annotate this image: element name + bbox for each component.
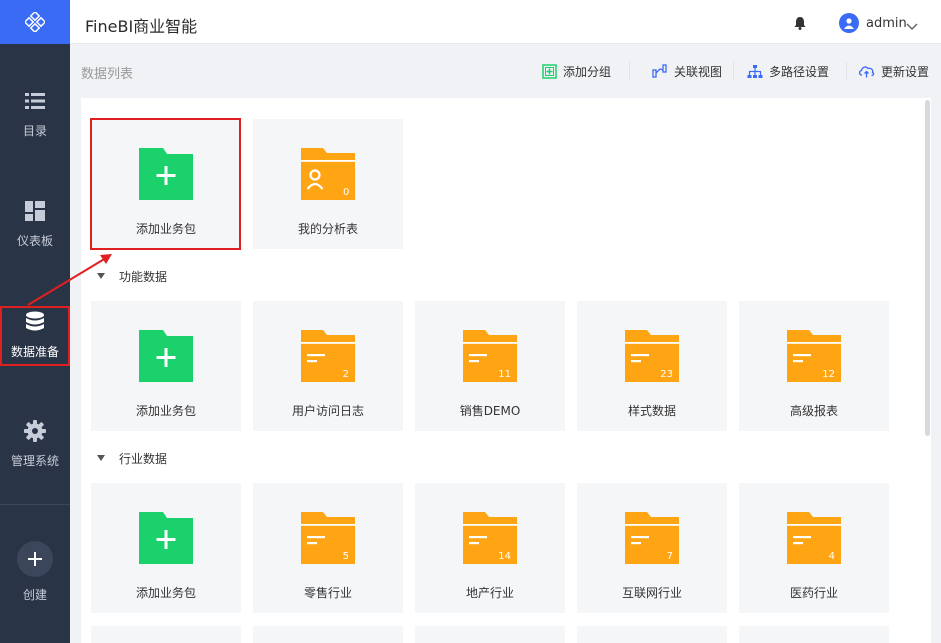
- section-title: 功能数据: [119, 269, 168, 284]
- folder-icon: 2: [299, 328, 357, 388]
- folder-icon: 23: [623, 328, 681, 388]
- avatar[interactable]: [839, 13, 859, 33]
- section-header[interactable]: 功能数据: [97, 268, 167, 284]
- sidebar-item-label: 仪表板: [16, 233, 53, 248]
- cloud-upload-icon: [858, 66, 875, 78]
- add-folder-icon: [137, 328, 195, 388]
- data-list-title: 数据列表: [81, 67, 134, 82]
- folder-card[interactable]: 12 高级报表: [739, 301, 889, 431]
- folder-card[interactable]: [739, 626, 889, 643]
- top-header: FineBI商业智能 admin: [70, 0, 941, 44]
- card-count: 12: [822, 369, 835, 380]
- card-label: 高级报表: [789, 404, 838, 418]
- hierarchy-icon: [747, 64, 763, 78]
- multi-path-button[interactable]: 多路径设置: [747, 62, 829, 80]
- multi-path-label: 多路径设置: [769, 64, 830, 79]
- folder-card[interactable]: 5 零售行业: [253, 483, 403, 613]
- card-label: 互联网行业: [621, 586, 682, 600]
- add-group-button[interactable]: 添加分组: [542, 62, 611, 80]
- scrollbar-thumb[interactable]: [925, 100, 930, 436]
- toolbar-separator: [733, 62, 734, 80]
- card-label: 用户访问日志: [291, 404, 364, 418]
- section-title: 行业数据: [119, 451, 168, 466]
- annotation-highlight-box: [90, 118, 241, 250]
- user-name[interactable]: admin: [866, 16, 907, 31]
- folder-icon: 4: [785, 510, 843, 570]
- my-analysis-card[interactable]: 0 我的分析表: [253, 119, 403, 249]
- card-label: 医药行业: [789, 586, 838, 600]
- bell-icon[interactable]: [794, 15, 806, 34]
- folder-card[interactable]: [577, 626, 727, 643]
- plus-icon: [28, 552, 42, 566]
- update-settings-label: 更新设置: [881, 64, 930, 79]
- relation-view-icon: [652, 64, 667, 78]
- card-label: 销售DEMO: [459, 404, 521, 418]
- triangle-down-icon: [97, 455, 105, 461]
- logo-icon: [25, 12, 45, 32]
- card-count: 7: [667, 551, 673, 562]
- card-label: 添加业务包: [135, 404, 196, 418]
- add-folder-icon: [137, 510, 195, 570]
- gear-icon: [24, 419, 46, 442]
- folder-card[interactable]: 23 样式数据: [577, 301, 727, 431]
- section-header[interactable]: 行业数据: [97, 450, 167, 466]
- user-icon: [844, 18, 854, 29]
- card-label: 我的分析表: [297, 222, 358, 236]
- logo[interactable]: [0, 0, 70, 44]
- add-group-label: 添加分组: [563, 64, 612, 79]
- sidebar-item-admin[interactable]: 管理系统: [0, 414, 70, 474]
- chevron-down-icon[interactable]: [906, 16, 918, 35]
- user-folder-icon: 0: [299, 146, 357, 206]
- sidebar-divider: [0, 504, 70, 505]
- folder-card[interactable]: 11 销售DEMO: [415, 301, 565, 431]
- folder-icon: 14: [461, 510, 519, 570]
- folder-icon: 12: [785, 328, 843, 388]
- annotation-highlight-box: [0, 306, 70, 366]
- toolbar-separator: [846, 62, 847, 80]
- folder-card[interactable]: 2 用户访问日志: [253, 301, 403, 431]
- card-label: 样式数据: [627, 404, 676, 418]
- card-count: 23: [660, 369, 673, 380]
- create-label: 创建: [22, 588, 47, 602]
- sidebar-item-catalog[interactable]: 目录: [0, 84, 70, 144]
- folder-icon: 7: [623, 510, 681, 570]
- add-group-icon: [542, 63, 557, 79]
- card-count: 2: [343, 369, 349, 380]
- folder-icon: 5: [299, 510, 357, 570]
- folder-card[interactable]: 14 地产行业: [415, 483, 565, 613]
- triangle-down-icon: [97, 273, 105, 279]
- card-label: 地产行业: [465, 586, 514, 600]
- card-count: 5: [343, 551, 349, 562]
- app-title: FineBI商业智能: [85, 17, 198, 36]
- folder-icon: 11: [461, 328, 519, 388]
- folder-card[interactable]: 7 互联网行业: [577, 483, 727, 613]
- card-count: 0: [343, 187, 349, 198]
- card-count: 11: [498, 369, 511, 380]
- relation-view-label: 关联视图: [674, 64, 723, 79]
- dashboard-icon: [24, 200, 46, 222]
- card-count: 4: [829, 551, 835, 562]
- update-settings-button[interactable]: 更新设置: [858, 62, 929, 80]
- folder-card[interactable]: [253, 626, 403, 643]
- folder-card[interactable]: [415, 626, 565, 643]
- card-label: 零售行业: [303, 586, 352, 600]
- add-business-package-card[interactable]: 添加业务包: [91, 301, 241, 431]
- sidebar-item-label: 目录: [22, 123, 47, 138]
- create-button[interactable]: [17, 541, 53, 577]
- folder-card[interactable]: [91, 626, 241, 643]
- relation-view-button[interactable]: 关联视图: [652, 62, 722, 80]
- sidebar-item-label: 管理系统: [10, 453, 59, 468]
- card-label: 添加业务包: [135, 586, 196, 600]
- card-count: 14: [498, 551, 511, 562]
- list-icon: [24, 90, 46, 112]
- sidebar-item-dashboard[interactable]: 仪表板: [0, 194, 70, 254]
- toolbar-separator: [629, 62, 630, 80]
- folder-card[interactable]: 4 医药行业: [739, 483, 889, 613]
- add-business-package-card[interactable]: 添加业务包: [91, 483, 241, 613]
